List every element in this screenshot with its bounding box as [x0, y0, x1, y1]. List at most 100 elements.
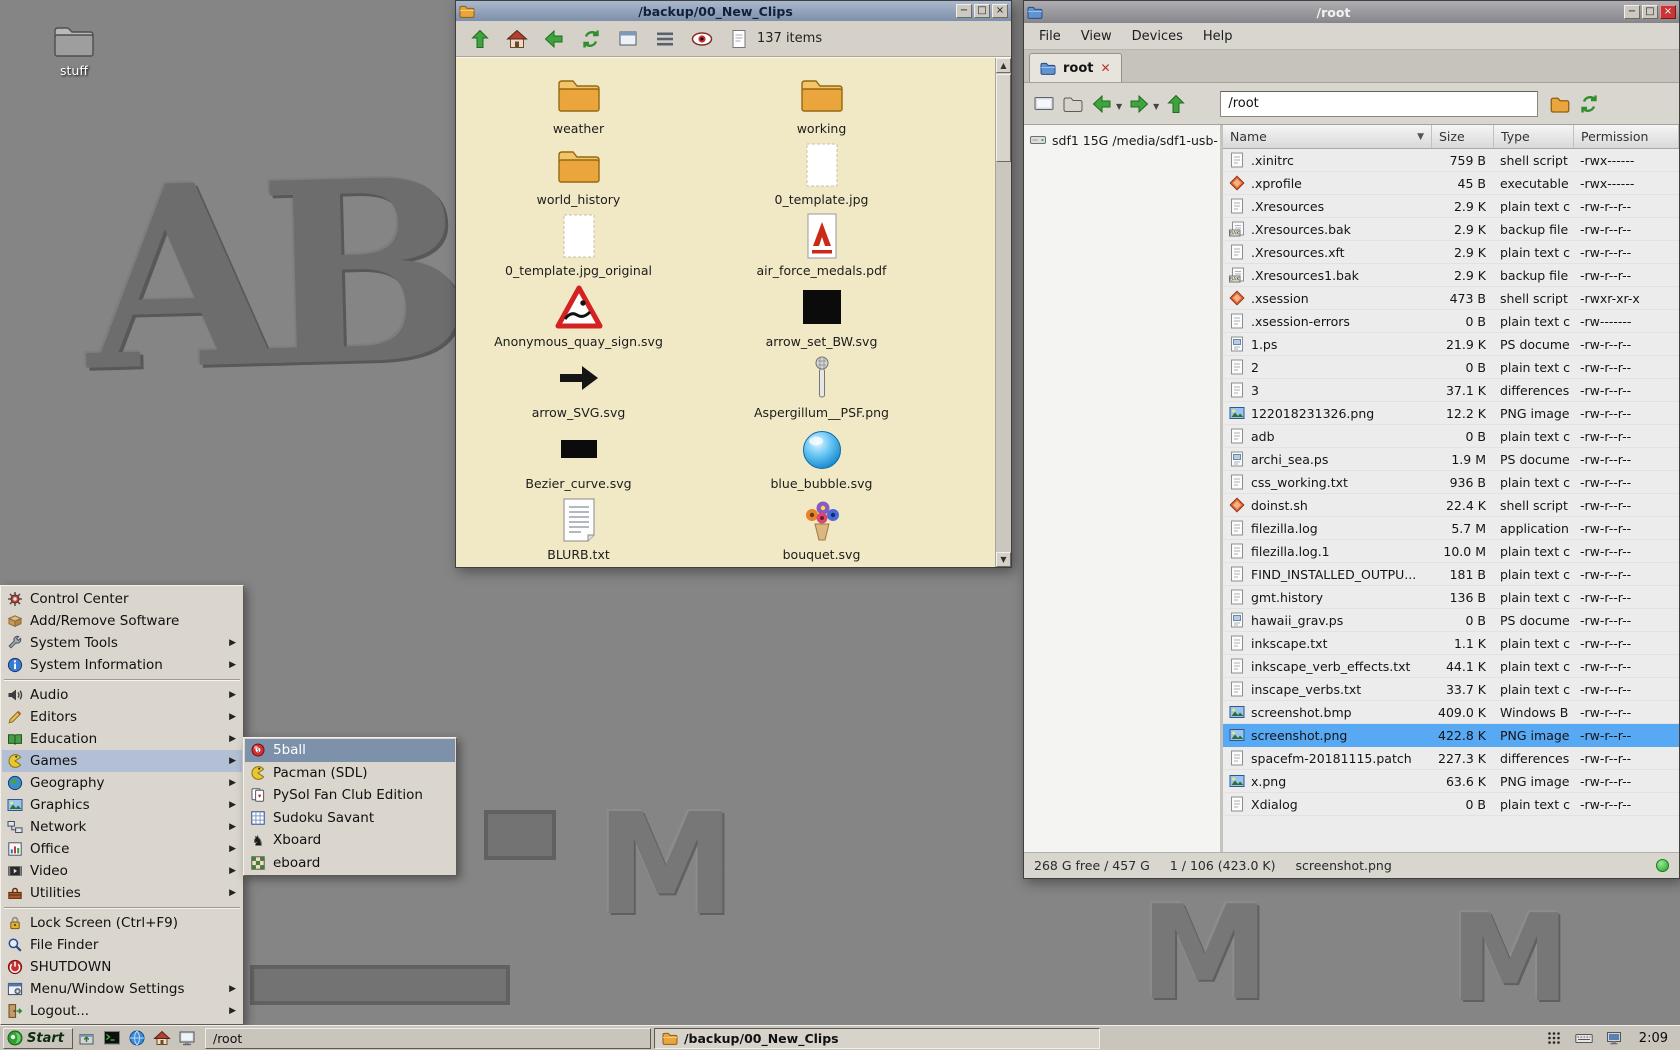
file-item[interactable]: air_force_medals.pdf [714, 212, 929, 278]
minimize-icon[interactable]: − [1624, 5, 1640, 19]
menu-devices[interactable]: Devices [1123, 26, 1192, 47]
column-type[interactable]: Type [1494, 125, 1574, 148]
folder-tool-icon[interactable] [1061, 92, 1085, 116]
menu-item-utilities[interactable]: Utilities▶ [2, 882, 242, 904]
task-button[interactable]: /root [205, 1028, 651, 1049]
file-row[interactable]: 337.1 Kdifferences-rw-r--r-- [1223, 379, 1679, 402]
menu-item-control-center[interactable]: Control Center [2, 588, 242, 610]
up-icon[interactable] [1164, 92, 1188, 116]
file-row[interactable]: adb0 Bplain text c-rw-r--r-- [1223, 425, 1679, 448]
file-row[interactable]: .xprofile45 Bexecutable-rwx------ [1223, 172, 1679, 195]
file-row[interactable]: .xsession473 Bshell script-rwxr-xr-x [1223, 287, 1679, 310]
file-row[interactable]: inkscape.txt1.1 Kplain text c-rw-r--r-- [1223, 632, 1679, 655]
window-restore-icon[interactable] [76, 1028, 99, 1049]
file-row[interactable]: BAK.Xresources.bak2.9 Kbackup file-rw-r-… [1223, 218, 1679, 241]
menu-item-lock-screen-ctrl-f9[interactable]: Lock Screen (Ctrl+F9) [2, 912, 242, 934]
forward-icon[interactable] [1127, 92, 1151, 116]
menu-item-video[interactable]: Video▶ [2, 860, 242, 882]
file-row[interactable]: css_working.txt936 Bplain text c-rw-r--r… [1223, 471, 1679, 494]
minimize-icon[interactable]: − [956, 4, 972, 18]
file-item[interactable]: working [714, 70, 929, 136]
menu-item-file-finder[interactable]: File Finder [2, 934, 242, 956]
file-item[interactable]: world_history [471, 141, 686, 207]
menu-item-audio[interactable]: Audio▶ [2, 684, 242, 706]
refresh-tool-icon[interactable] [1577, 92, 1601, 116]
start-button[interactable]: Start [3, 1028, 73, 1049]
file-row[interactable]: doinst.sh22.4 Kshell script-rw-r--r-- [1223, 494, 1679, 517]
forward-dropdown-icon[interactable]: ▼ [1153, 102, 1159, 111]
file-row[interactable]: archi_sea.ps1.9 MPS docume-rw-r--r-- [1223, 448, 1679, 471]
refresh-icon[interactable] [579, 27, 603, 51]
submenu-item-eboard[interactable]: eboard [245, 852, 455, 875]
terminal-icon[interactable] [101, 1028, 124, 1049]
monitor-icon[interactable] [176, 1028, 199, 1049]
submenu-item-pysol-fan-club-edition[interactable]: PySol Fan Club Edition [245, 784, 455, 807]
column-name[interactable]: Name ▼ [1223, 125, 1432, 148]
backup-titlebar[interactable]: /backup/00_New_Clips −□× [456, 1, 1011, 21]
menu-item-office[interactable]: Office▶ [2, 838, 242, 860]
file-row[interactable]: BAK.Xresources1.bak2.9 Kbackup file-rw-r… [1223, 264, 1679, 287]
file-row[interactable]: .xsession-errors0 Bplain text c-rw------… [1223, 310, 1679, 333]
submenu-item-5ball[interactable]: 55ball [245, 739, 455, 762]
backup-scrollbar[interactable]: ▲ ▼ [995, 58, 1011, 567]
back-icon[interactable] [542, 27, 566, 51]
new-window-icon[interactable] [616, 27, 640, 51]
menu-item-games[interactable]: Games▶ [2, 750, 242, 772]
grid-tray-icon[interactable] [1543, 1028, 1566, 1049]
tab-close-icon[interactable]: ✕ [1101, 61, 1111, 75]
file-item[interactable]: Anonymous_quay_sign.svg [471, 283, 686, 349]
file-row[interactable]: gmt.history136 Bplain text c-rw-r--r-- [1223, 586, 1679, 609]
file-row[interactable]: filezilla.log.110.0 Mplain text c-rw-r--… [1223, 540, 1679, 563]
file-row[interactable]: 122018231326.png12.2 KPNG image-rw-r--r-… [1223, 402, 1679, 425]
menu-help[interactable]: Help [1194, 26, 1242, 47]
new-tab-icon[interactable] [1032, 92, 1056, 116]
file-row[interactable]: spacefm-20181115.patch227.3 Kdifferences… [1223, 747, 1679, 770]
submenu-item-sudoku-savant[interactable]: Sudoku Savant [245, 807, 455, 830]
path-input[interactable]: /root [1220, 91, 1538, 117]
list-view-icon[interactable] [653, 27, 677, 51]
file-item[interactable]: arrow_SVG.svg [471, 354, 686, 420]
menu-item-system-information[interactable]: System Information▶ [2, 654, 242, 676]
menu-view[interactable]: View [1072, 26, 1121, 47]
file-row[interactable]: hawaii_grav.ps0 BPS docume-rw-r--r-- [1223, 609, 1679, 632]
bookmark-folder-icon[interactable] [1548, 92, 1572, 116]
task-button[interactable]: /backup/00_New_Clips [654, 1028, 1100, 1049]
tab-root[interactable]: root ✕ [1029, 53, 1122, 82]
menu-item-menu-window-settings[interactable]: Menu/Window Settings▶ [2, 978, 242, 1000]
file-row[interactable]: FIND_INSTALLED_OUTPU...181 Bplain text c… [1223, 563, 1679, 586]
maximize-icon[interactable]: □ [1642, 5, 1658, 19]
menu-item-graphics[interactable]: Graphics▶ [2, 794, 242, 816]
menu-item-system-tools[interactable]: System Tools▶ [2, 632, 242, 654]
column-permission[interactable]: Permission [1574, 125, 1679, 148]
menu-item-shutdown[interactable]: SHUTDOWN [2, 956, 242, 978]
file-row[interactable]: Xdialog0 Bplain text c-rw-r--r-- [1223, 793, 1679, 816]
file-row[interactable]: .xinitrc759 Bshell script-rwx------ [1223, 149, 1679, 172]
file-icon[interactable] [727, 27, 751, 51]
submenu-item-pacman-sdl[interactable]: Pacman (SDL) [245, 762, 455, 785]
menu-item-geography[interactable]: Geography▶ [2, 772, 242, 794]
file-row[interactable]: filezilla.log5.7 Mapplication-rw-r--r-- [1223, 517, 1679, 540]
file-row[interactable]: .Xresources2.9 Kplain text c-rw-r--r-- [1223, 195, 1679, 218]
file-row[interactable]: 1.ps21.9 KPS docume-rw-r--r-- [1223, 333, 1679, 356]
file-item[interactable]: BLURB.txt [471, 496, 686, 562]
show-hidden-icon[interactable] [690, 27, 714, 51]
scrollbar-thumb[interactable] [996, 74, 1011, 162]
desktop-icon-stuff[interactable]: stuff [36, 22, 112, 78]
device-item[interactable]: sdf1 15G /media/sdf1-usb- [1024, 129, 1220, 151]
file-item[interactable]: bouquet.svg [714, 496, 929, 562]
menu-item-logout[interactable]: Logout...▶ [2, 1000, 242, 1022]
file-item[interactable]: 0_template.jpg [714, 141, 929, 207]
keyboard-tray-icon[interactable] [1573, 1028, 1596, 1049]
close-icon[interactable]: × [1660, 5, 1676, 19]
file-row[interactable]: inkscape_verb_effects.txt44.1 Kplain tex… [1223, 655, 1679, 678]
back-icon[interactable] [1090, 92, 1114, 116]
up-icon[interactable] [468, 27, 492, 51]
file-row[interactable]: .Xresources.xft2.9 Kplain text c-rw-r--r… [1223, 241, 1679, 264]
file-row[interactable]: inscape_verbs.txt33.7 Kplain text c-rw-r… [1223, 678, 1679, 701]
close-icon[interactable]: × [992, 4, 1008, 18]
menu-item-network[interactable]: Network▶ [2, 816, 242, 838]
menu-file[interactable]: File [1030, 26, 1070, 47]
menu-item-editors[interactable]: Editors▶ [2, 706, 242, 728]
file-item[interactable]: Bezier_curve.svg [471, 425, 686, 491]
maximize-icon[interactable]: □ [974, 4, 990, 18]
